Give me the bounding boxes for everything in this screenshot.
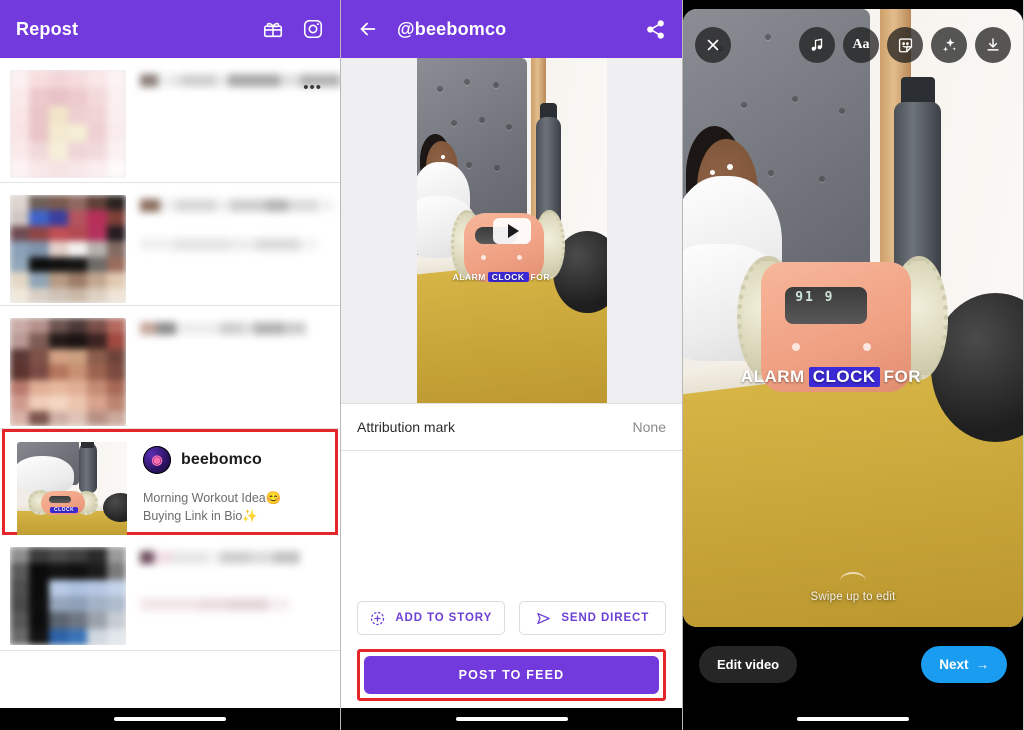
send-paperplane-icon [535, 610, 552, 627]
post-caption-line-1: Morning Workout Idea😊 [143, 491, 282, 505]
back-arrow-icon[interactable] [357, 18, 379, 40]
story-caption-pre: ALARM [740, 367, 805, 387]
sticker-icon[interactable] [887, 27, 923, 63]
attribution-mark-value: None [632, 419, 666, 435]
home-indicator[interactable] [114, 717, 226, 721]
post-thumbnail [10, 318, 126, 426]
video-preview-area[interactable]: ALARM CLOCK FOR [341, 58, 682, 403]
add-to-story-button[interactable]: ADD TO STORY [357, 601, 505, 635]
swipe-up-hint: Swipe up to edit [810, 591, 896, 603]
text-icon[interactable]: Aa [843, 27, 879, 63]
arrow-right-icon: → [975, 656, 990, 672]
three-screenshot-comparison: Repost ••• CLOCK ◉ beebomco Morning Work… [0, 0, 1024, 730]
play-icon[interactable] [492, 217, 531, 244]
music-icon[interactable] [799, 27, 835, 63]
text-icon-label: Aa [852, 37, 870, 52]
post-thumbnail [10, 547, 126, 645]
post-meta [140, 547, 326, 638]
post-thumbnail [10, 70, 126, 178]
add-to-story-label: ADD TO STORY [395, 612, 493, 624]
preview-caption-highlight: CLOCK [487, 271, 529, 282]
home-indicator[interactable] [455, 717, 568, 721]
instagram-story-editor-screen: 91 9 ALARM CLOCK FOR Aa Swipe up to edit… [683, 0, 1023, 730]
list-item[interactable] [0, 183, 340, 306]
effects-sparkle-icon[interactable] [931, 27, 967, 63]
story-plus-icon [369, 610, 386, 627]
android-gesture-navbar [0, 708, 340, 730]
story-toolbar: Aa [683, 9, 1023, 81]
list-item[interactable]: ••• [0, 58, 340, 183]
selected-post-thumbnail: CLOCK [17, 442, 127, 540]
post-to-feed-button[interactable]: POST TO FEED [364, 656, 659, 694]
android-gesture-navbar [683, 708, 1023, 730]
list-item[interactable] [0, 535, 340, 651]
selected-post-item[interactable]: CLOCK ◉ beebomco Morning Workout Idea😊 B… [2, 429, 338, 544]
home-indicator[interactable] [797, 717, 909, 721]
post-to-feed-label: POST TO FEED [458, 668, 565, 682]
story-canvas[interactable]: 91 9 ALARM CLOCK FOR Aa Swipe up to edit [683, 9, 1023, 627]
post-meta [140, 195, 334, 293]
instagram-icon[interactable] [302, 18, 324, 40]
next-button[interactable]: Next → [921, 645, 1007, 683]
avatar: ◉ [143, 446, 171, 474]
story-bottom-bar: Edit video Next → [683, 620, 1023, 708]
share-icon[interactable] [645, 19, 666, 40]
detail-appbar: @beebomco [341, 0, 682, 58]
post-thumbnail [10, 195, 126, 303]
send-direct-label: SEND DIRECT [561, 612, 650, 624]
preview-caption-post: FOR [530, 271, 550, 282]
post-caption-line-2: Buying Link in Bio✨ [143, 508, 258, 523]
gift-card-icon[interactable] [262, 18, 284, 40]
post-meta [140, 318, 326, 416]
next-button-label: Next [939, 656, 969, 672]
attribution-mark-label: Attribution mark [357, 419, 456, 435]
post-overflow-menu[interactable]: ••• [303, 80, 322, 95]
android-gesture-navbar [341, 708, 682, 730]
video-thumbnail[interactable]: ALARM CLOCK FOR [416, 58, 607, 403]
preview-caption-pre: ALARM [452, 271, 486, 282]
post-meta: ••• [140, 70, 340, 170]
repost-detail-screen: @beebomco ALARM CLOCK FOR Attribution ma… [341, 0, 683, 730]
repost-appbar: Repost [0, 0, 340, 58]
story-caption-highlight: CLOCK [808, 367, 880, 388]
repost-list[interactable]: ••• CLOCK ◉ beebomco Morning Workout Ide… [0, 58, 340, 708]
download-icon[interactable] [975, 27, 1011, 63]
attribution-mark-row[interactable]: Attribution mark None [341, 403, 682, 451]
post-username: beebomco [181, 451, 262, 468]
page-title: Repost [16, 18, 79, 39]
clock-digits: 91 9 [795, 289, 835, 305]
story-caption-post: FOR [883, 367, 922, 387]
detail-title: @beebomco [397, 18, 507, 39]
post-to-feed-highlight: POST TO FEED [357, 649, 666, 701]
send-direct-button[interactable]: SEND DIRECT [518, 601, 666, 635]
repost-app-screen: Repost ••• CLOCK ◉ beebomco Morning Work… [0, 0, 341, 730]
edit-video-button[interactable]: Edit video [699, 645, 798, 683]
detail-actions: ADD TO STORY SEND DIRECT POST TO FEED [341, 601, 682, 701]
list-item[interactable] [0, 306, 340, 429]
close-icon[interactable] [695, 27, 731, 63]
